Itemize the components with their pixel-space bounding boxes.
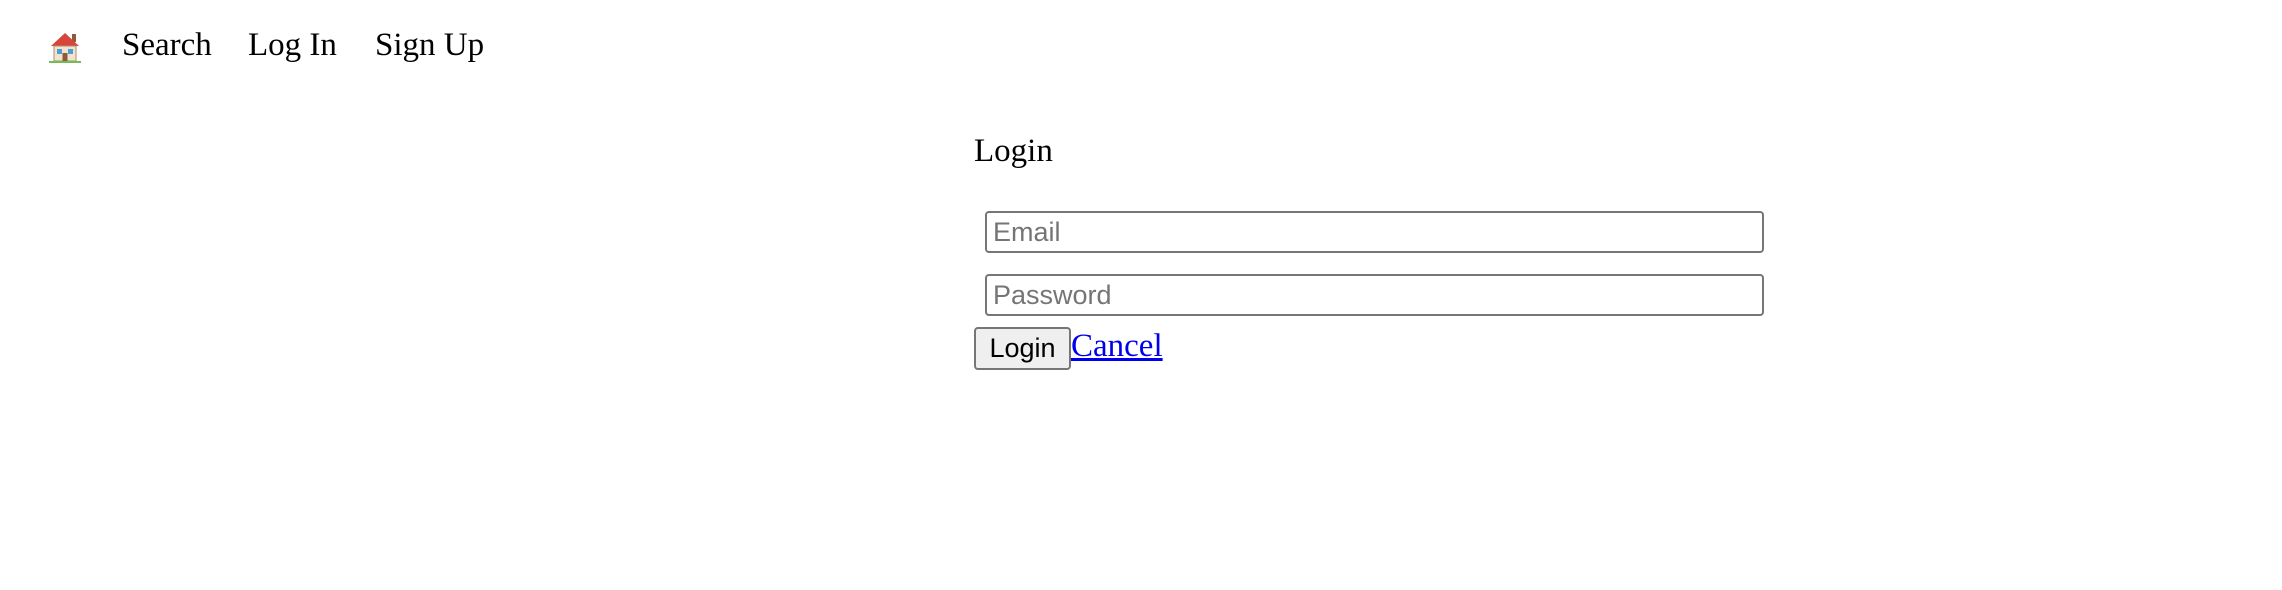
login-button[interactable]: Login bbox=[974, 327, 1071, 370]
nav-signup-link[interactable]: Sign Up bbox=[375, 20, 484, 70]
nav-search-link[interactable]: Search bbox=[122, 20, 212, 70]
page-title: Login bbox=[974, 133, 1053, 169]
house-icon bbox=[48, 29, 82, 63]
cancel-link[interactable]: Cancel bbox=[1071, 323, 1163, 369]
password-field[interactable] bbox=[985, 274, 1764, 316]
email-field[interactable] bbox=[985, 211, 1764, 253]
top-navigation: Search Log In Sign Up bbox=[0, 0, 2282, 90]
nav-login-link[interactable]: Log In bbox=[248, 20, 337, 70]
